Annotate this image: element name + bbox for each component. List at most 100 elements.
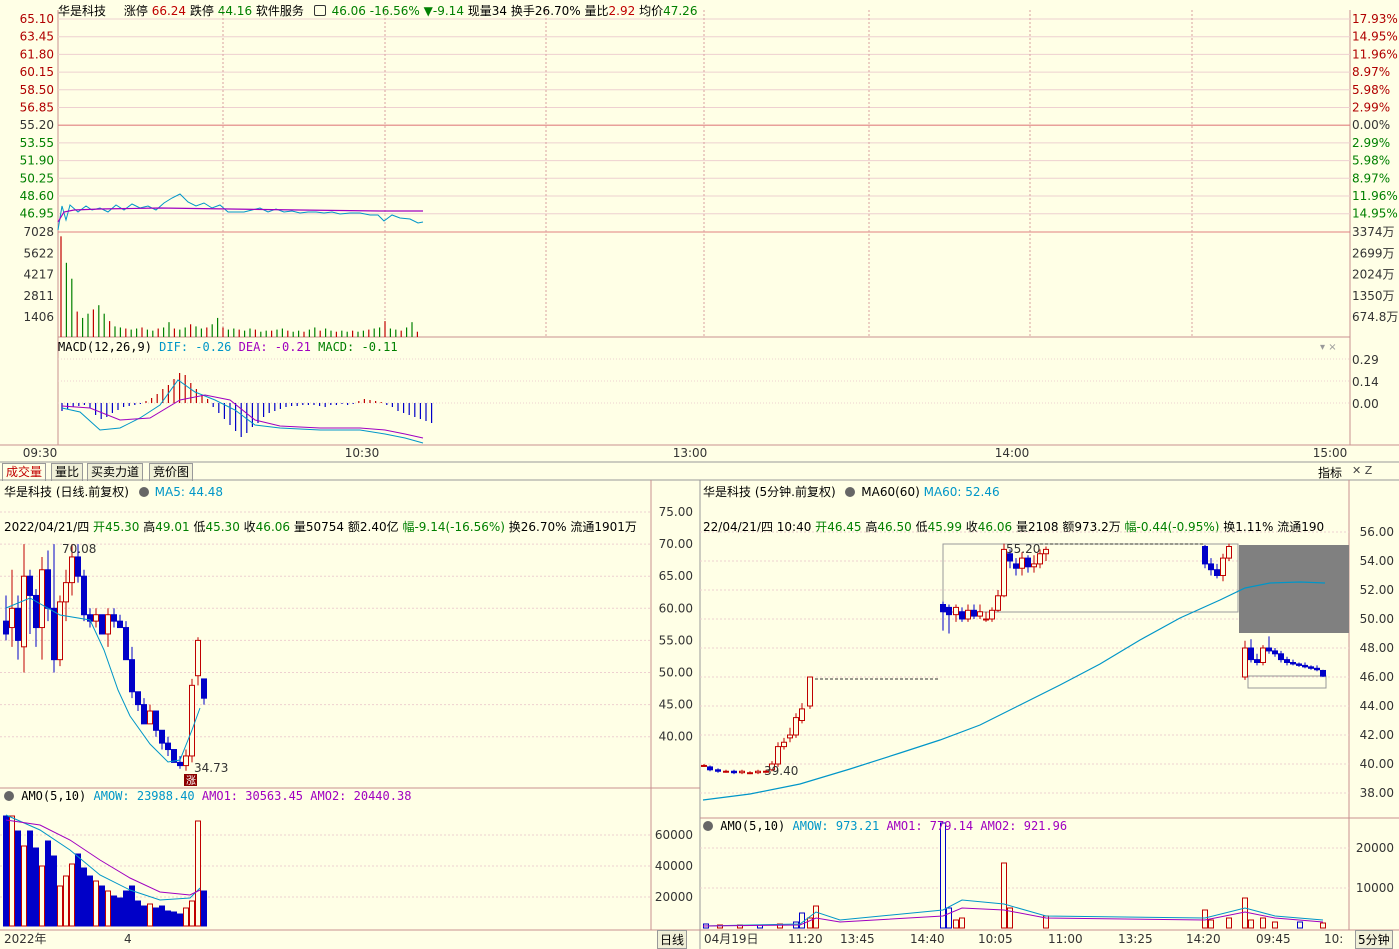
daily-kline-chart[interactable]: 75.00 70.00 65.00 60.00 55.00 50.00 45.00 40.00… [0, 479, 701, 949]
amo-tick: 20000 [1356, 841, 1394, 855]
daily-candle [39, 569, 45, 629]
x-label: 11:20 [788, 932, 823, 946]
macd-dif: DIF: -0.26 [159, 340, 232, 354]
amo-bar [1320, 922, 1326, 929]
pct-tick: 8.97% [1352, 65, 1390, 79]
amo-bar [15, 830, 21, 927]
daily-candle [57, 601, 63, 661]
min5-candle [739, 770, 745, 774]
vol-tick-right: 2024万 [1352, 268, 1395, 282]
indicator-label: 指标 [1318, 466, 1343, 480]
amo-bar [99, 885, 105, 927]
tab-3[interactable]: 竞价图 [149, 463, 194, 481]
dif-line [61, 379, 424, 444]
daily-period-button[interactable]: 日线 [657, 930, 688, 949]
amo-bar [159, 905, 165, 927]
vol-tick-right: 1350万 [1352, 289, 1395, 303]
daily-candle [117, 620, 123, 629]
amo-bar [953, 919, 959, 929]
amo-bar [189, 900, 195, 927]
daily-amo-icon[interactable] [4, 791, 14, 801]
price-tick: 51.90 [20, 154, 54, 168]
intraday-chart[interactable]: 65.10 17.93% 63.45 14.95% 61.80 11.96% 60.15 8.… [0, 0, 1399, 463]
price-tick: 46.00 [1360, 670, 1394, 684]
time-tick: 14:00 [995, 446, 1030, 460]
min5-candle [953, 606, 959, 616]
price-tick: 55.20 [20, 118, 54, 132]
amo-bar [1248, 919, 1254, 929]
min5-candle [1290, 662, 1296, 665]
indicator-button[interactable]: 指标 [1318, 464, 1342, 481]
amo-bar [940, 822, 946, 929]
tab-1[interactable]: 量比 [51, 463, 84, 481]
amo-bar [1297, 921, 1303, 929]
min5-candle [983, 618, 989, 621]
min5-period: 5分钟 [1358, 933, 1390, 947]
range-box [942, 543, 1239, 613]
price-tick: 63.45 [20, 30, 54, 44]
macd-value: MACD: -0.11 [318, 340, 398, 354]
min5-candle [995, 595, 1001, 611]
high-mark: 70.08 [62, 542, 96, 556]
vol-tick-right: 2699万 [1352, 246, 1395, 260]
daily-candle [51, 607, 57, 661]
amo-tick: 10000 [1356, 881, 1394, 895]
amo-bar [135, 900, 141, 927]
min5-candle [1043, 548, 1049, 555]
min5-candle [793, 717, 799, 736]
daily-amo1: AMO1: 30563.45 [201, 789, 304, 803]
daily-candle [183, 755, 189, 767]
daily-candle [111, 614, 117, 622]
macd-collapse-icon[interactable]: ▾ × [1320, 342, 1337, 353]
amo-bar [147, 903, 153, 927]
time-tick: 09:30 [23, 446, 58, 460]
price-tick: 75.00 [659, 505, 693, 519]
price-tick: 54.00 [1360, 554, 1394, 568]
daily-candle [147, 710, 153, 725]
pct-tick: 14.95% [1352, 207, 1398, 221]
daily-amo-legend: AMO(5,10) AMOW: 23988.40 AMO1: 30563.45 … [4, 789, 411, 803]
min5-candle [799, 708, 805, 721]
daily-amo-label: AMO(5,10) [21, 789, 87, 803]
min5-candle [807, 676, 813, 707]
min5-candle [1025, 557, 1031, 568]
amo-bar [177, 913, 183, 927]
amo-bar [9, 815, 15, 927]
price-tick: 58.50 [20, 83, 54, 97]
price-tick: 53.55 [20, 136, 54, 150]
amo-bar [1202, 909, 1208, 929]
tab-2[interactable]: 买卖力道 [87, 463, 144, 481]
daily-candle [189, 684, 195, 757]
min5-candle [1302, 664, 1308, 668]
vol-tick: 1406 [23, 310, 54, 324]
min5-kline-chart[interactable]: 56.00 54.00 52.00 50.00 48.00 46.00 44.00 42.00… [700, 479, 1399, 949]
price-tick: 42.00 [1360, 728, 1394, 742]
amo-bar [21, 845, 27, 927]
macd-label: MACD(12,26,9) [58, 340, 152, 354]
daily-amo2: AMO2: 20440.38 [310, 789, 412, 803]
daily-candle [201, 678, 207, 699]
daily-candle [165, 742, 171, 751]
amo-bar [183, 907, 189, 927]
amo-bar [93, 880, 99, 927]
x-label: 13:45 [840, 932, 875, 946]
price-tick: 61.80 [20, 47, 54, 61]
high-mark: 55.20 [1006, 542, 1040, 556]
amo-bar [1226, 917, 1232, 929]
price-tick: 50.00 [659, 666, 693, 680]
min5-period-button[interactable]: 5分钟 [1355, 930, 1393, 949]
amo-bar [57, 885, 63, 927]
amo-bar [959, 917, 965, 929]
daily-candle [69, 556, 75, 584]
x-label: 10:05 [978, 932, 1013, 946]
min5-amo-icon[interactable] [703, 821, 713, 831]
min5-candle [989, 609, 995, 620]
price-tick: 40.00 [1360, 757, 1394, 771]
min5-candle [715, 769, 721, 772]
panel-controls[interactable]: ✕ Z [1352, 464, 1372, 477]
pct-tick: 8.97% [1352, 171, 1390, 185]
macd-tick: 0.00 [1352, 397, 1379, 411]
tab-0[interactable]: 成交量 [2, 463, 47, 481]
price-tick: 50.00 [1360, 612, 1394, 626]
min5-candle [1308, 666, 1314, 669]
